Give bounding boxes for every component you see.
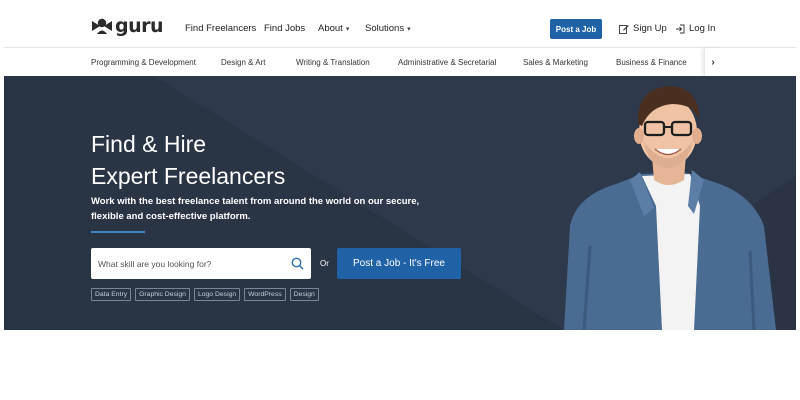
tag-design[interactable]: Design (289, 288, 319, 301)
hero-title: Find & Hire Expert Freelancers (91, 128, 285, 192)
category-sales-marketing[interactable]: Sales & Marketing (523, 58, 588, 67)
hero-person-image (564, 86, 776, 330)
nav-solutions[interactable]: Solutions ▾ (365, 23, 411, 34)
log-in-link[interactable]: Log In (675, 23, 715, 34)
or-separator: Or (320, 259, 329, 268)
log-in-label: Log In (689, 23, 716, 34)
nav-about[interactable]: About ▾ (318, 23, 349, 34)
guru-logo-icon (92, 18, 112, 34)
category-administrative[interactable]: Administrative & Secretarial (398, 58, 496, 67)
hero-subtitle: Work with the best freelance talent from… (91, 196, 420, 222)
chevron-down-icon: ▾ (345, 25, 350, 33)
category-bar: Programming & Development Design & Art W… (4, 47, 796, 76)
category-programming[interactable]: Programming & Development (91, 58, 196, 67)
search-icon[interactable] (291, 257, 304, 270)
post-job-button[interactable]: Post a Job (550, 19, 602, 39)
tag-logo-design[interactable]: Logo Design (193, 288, 241, 301)
chevron-right-icon[interactable]: › (704, 48, 721, 76)
login-icon (676, 24, 685, 33)
popular-tags: Data Entry Graphic Design Logo Design Wo… (91, 288, 319, 301)
brand-name: guru (115, 15, 164, 37)
nav-solutions-label: Solutions (365, 23, 405, 34)
skill-search-box (91, 248, 311, 279)
category-writing[interactable]: Writing & Translation (296, 58, 370, 67)
top-navigation: guru Find Freelancers Find Jobs About ▾ … (0, 0, 800, 48)
tag-graphic-design[interactable]: Graphic Design (135, 288, 190, 301)
tag-data-entry[interactable]: Data Entry (91, 288, 132, 301)
category-business-finance[interactable]: Business & Finance (616, 58, 687, 67)
hero-section: Find & Hire Expert Freelancers Work with… (4, 76, 796, 330)
post-job-free-button[interactable]: Post a Job - It's Free (337, 248, 461, 279)
guru-logo[interactable]: guru (91, 15, 164, 37)
tag-wordpress[interactable]: WordPress (244, 288, 286, 301)
nav-find-freelancers[interactable]: Find Freelancers (185, 23, 256, 34)
hero-title-line2: Expert Freelancers (91, 163, 286, 189)
hero-title-line1: Find & Hire (91, 131, 207, 157)
chevron-down-icon: ▾ (407, 25, 411, 33)
sign-up-link[interactable]: Sign Up (619, 23, 667, 34)
nav-about-label: About (318, 23, 343, 34)
nav-find-jobs[interactable]: Find Jobs (264, 23, 305, 34)
edit-icon (619, 24, 629, 34)
hero-divider (91, 231, 145, 233)
skill-search-input[interactable] (91, 248, 287, 279)
sign-up-label: Sign Up (633, 23, 667, 34)
category-design-art[interactable]: Design & Art (221, 58, 265, 67)
